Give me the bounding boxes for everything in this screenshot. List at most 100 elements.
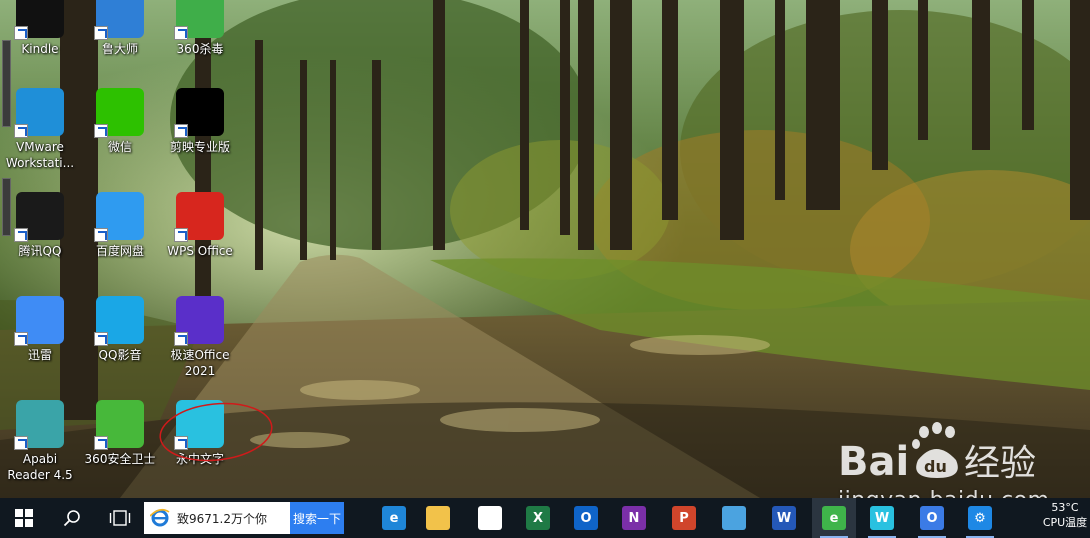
shortcut-arrow-icon xyxy=(174,124,188,138)
svg-text:du: du xyxy=(924,457,947,476)
powerpoint-icon: P xyxy=(672,506,696,530)
shortcut-arrow-icon xyxy=(14,228,28,242)
vmware-icon xyxy=(14,88,64,138)
search-icon xyxy=(63,510,80,527)
store-icon xyxy=(478,506,502,530)
kindle-icon xyxy=(14,0,64,40)
desktop-icon-label: 极速Office 2021 xyxy=(170,348,230,378)
jisu-o-icon: O xyxy=(920,506,944,530)
taskbar-app[interactable]: P xyxy=(662,498,706,538)
desktop-icon[interactable]: WPS Office xyxy=(160,192,240,292)
shortcut-arrow-icon xyxy=(174,26,188,40)
shortcut-arrow-icon xyxy=(14,436,28,450)
taskbar-search-box[interactable]: 致9671.2万个你 xyxy=(144,502,290,534)
qq-icon xyxy=(14,192,64,242)
taskbar-app[interactable] xyxy=(712,498,756,538)
desktop-icon[interactable]: 腾讯QQ xyxy=(0,192,80,292)
start-button[interactable] xyxy=(0,498,48,538)
desktop-icon-label: Apabi Reader 4.5 xyxy=(7,452,73,482)
shortcut-arrow-icon xyxy=(94,332,108,346)
desktop-icon[interactable]: QQ影音 xyxy=(80,296,160,396)
taskbar-app[interactable] xyxy=(416,498,460,538)
360-browser-icon: e xyxy=(822,506,846,530)
desktop-icon-label: WPS Office xyxy=(167,244,233,258)
desktop-icon[interactable]: 360杀毒 xyxy=(160,0,240,90)
svg-text:经验: 经验 xyxy=(964,443,1036,484)
desktop-icon-label: QQ影音 xyxy=(98,348,142,362)
task-view-button[interactable] xyxy=(96,498,144,538)
word-icon: W xyxy=(772,506,796,530)
desktop-icon-label: 迅雷 xyxy=(27,348,52,362)
excel-icon: X xyxy=(526,506,550,530)
search-suggestion-text[interactable]: 致9671.2万个你 xyxy=(177,510,267,527)
ie-icon xyxy=(149,507,171,529)
annotation-circle xyxy=(159,402,273,462)
cpu-temperature-label: CPU温度 xyxy=(1042,516,1088,529)
desktop-icon[interactable]: 微信 xyxy=(80,88,160,188)
desktop-icon[interactable]: VMware Workstati... xyxy=(0,88,80,188)
desktop-icon[interactable]: 极速Office 2021 xyxy=(160,296,240,396)
desktop-icon[interactable]: 鲁大师 xyxy=(80,0,160,90)
wps-icon xyxy=(174,192,224,242)
paint-icon xyxy=(722,506,746,530)
shortcut-arrow-icon xyxy=(94,26,108,40)
baidu-jingyan-watermark: Bai du 经验 xyxy=(838,422,1036,485)
search-button[interactable] xyxy=(48,498,96,538)
outlook-icon: O xyxy=(574,506,598,530)
desktop-icon[interactable]: 360安全卫士 xyxy=(80,400,160,500)
shortcut-arrow-icon xyxy=(94,228,108,242)
shortcut-arrow-icon xyxy=(174,228,188,242)
edge-icon: e xyxy=(382,506,406,530)
shortcut-arrow-icon xyxy=(14,124,28,138)
taskbar-app[interactable]: ⚙ xyxy=(958,498,1002,538)
ludashi-icon xyxy=(94,0,144,40)
desktop-icon-label: 微信 xyxy=(107,140,132,154)
desktop-icon-label: 360安全卫士 xyxy=(84,452,156,466)
thunder-icon xyxy=(14,296,64,346)
qq-player-icon xyxy=(94,296,144,346)
capcut-icon xyxy=(174,88,224,138)
svg-text:Bai: Bai xyxy=(838,439,909,485)
desktop-icon[interactable]: 剪映专业版 xyxy=(160,88,240,188)
desktop-icon-label: 鲁大师 xyxy=(101,42,138,56)
taskbar-app[interactable]: X xyxy=(516,498,560,538)
shortcut-arrow-icon xyxy=(94,436,108,450)
jisu-office-icon xyxy=(174,296,224,346)
taskbar-app[interactable]: e xyxy=(812,498,856,538)
file-explorer-icon xyxy=(426,506,450,530)
desktop-icon[interactable]: Apabi Reader 4.5 xyxy=(0,400,80,500)
desktop-icon-label: 腾讯QQ xyxy=(18,244,62,258)
taskbar-app[interactable]: W xyxy=(860,498,904,538)
windows-logo-icon xyxy=(15,509,33,527)
task-view-icon xyxy=(109,510,131,526)
search-submit-button[interactable]: 搜索一下 xyxy=(290,502,344,534)
shortcut-arrow-icon xyxy=(94,124,108,138)
taskbar-app[interactable] xyxy=(468,498,512,538)
shortcut-arrow-icon xyxy=(14,26,28,40)
shortcut-arrow-icon xyxy=(174,332,188,346)
shortcut-arrow-icon xyxy=(14,332,28,346)
desktop-icon-label: 百度网盘 xyxy=(95,244,144,258)
yozo-writer-icon: W xyxy=(870,506,894,530)
360-antivirus-icon xyxy=(174,0,224,40)
cpu-temperature-value: 53°C xyxy=(1051,501,1079,514)
desktop-icon-label: Kindle xyxy=(21,42,59,56)
desktop-icon[interactable]: Kindle xyxy=(0,0,80,90)
taskbar-app[interactable]: N xyxy=(612,498,656,538)
desktop-icon[interactable]: 百度网盘 xyxy=(80,192,160,292)
system-tray[interactable]: 53°C CPU温度 xyxy=(1040,500,1090,538)
taskbar-app[interactable]: W xyxy=(762,498,806,538)
taskbar-app[interactable]: O xyxy=(910,498,954,538)
taskbar-app[interactable]: e xyxy=(372,498,416,538)
desktop-icon-label: 360杀毒 xyxy=(176,42,224,56)
taskbar-app[interactable]: O xyxy=(564,498,608,538)
baidu-netdisk-icon xyxy=(94,192,144,242)
wechat-icon xyxy=(94,88,144,138)
onenote-icon: N xyxy=(622,506,646,530)
desktop-icon[interactable]: 迅雷 xyxy=(0,296,80,396)
apabi-reader-icon xyxy=(14,400,64,450)
settings-gear-icon: ⚙ xyxy=(968,506,992,530)
desktop-icon-label: 剪映专业版 xyxy=(169,140,230,154)
360-security-icon xyxy=(94,400,144,450)
desktop-icon-label: VMware Workstati... xyxy=(5,140,75,170)
